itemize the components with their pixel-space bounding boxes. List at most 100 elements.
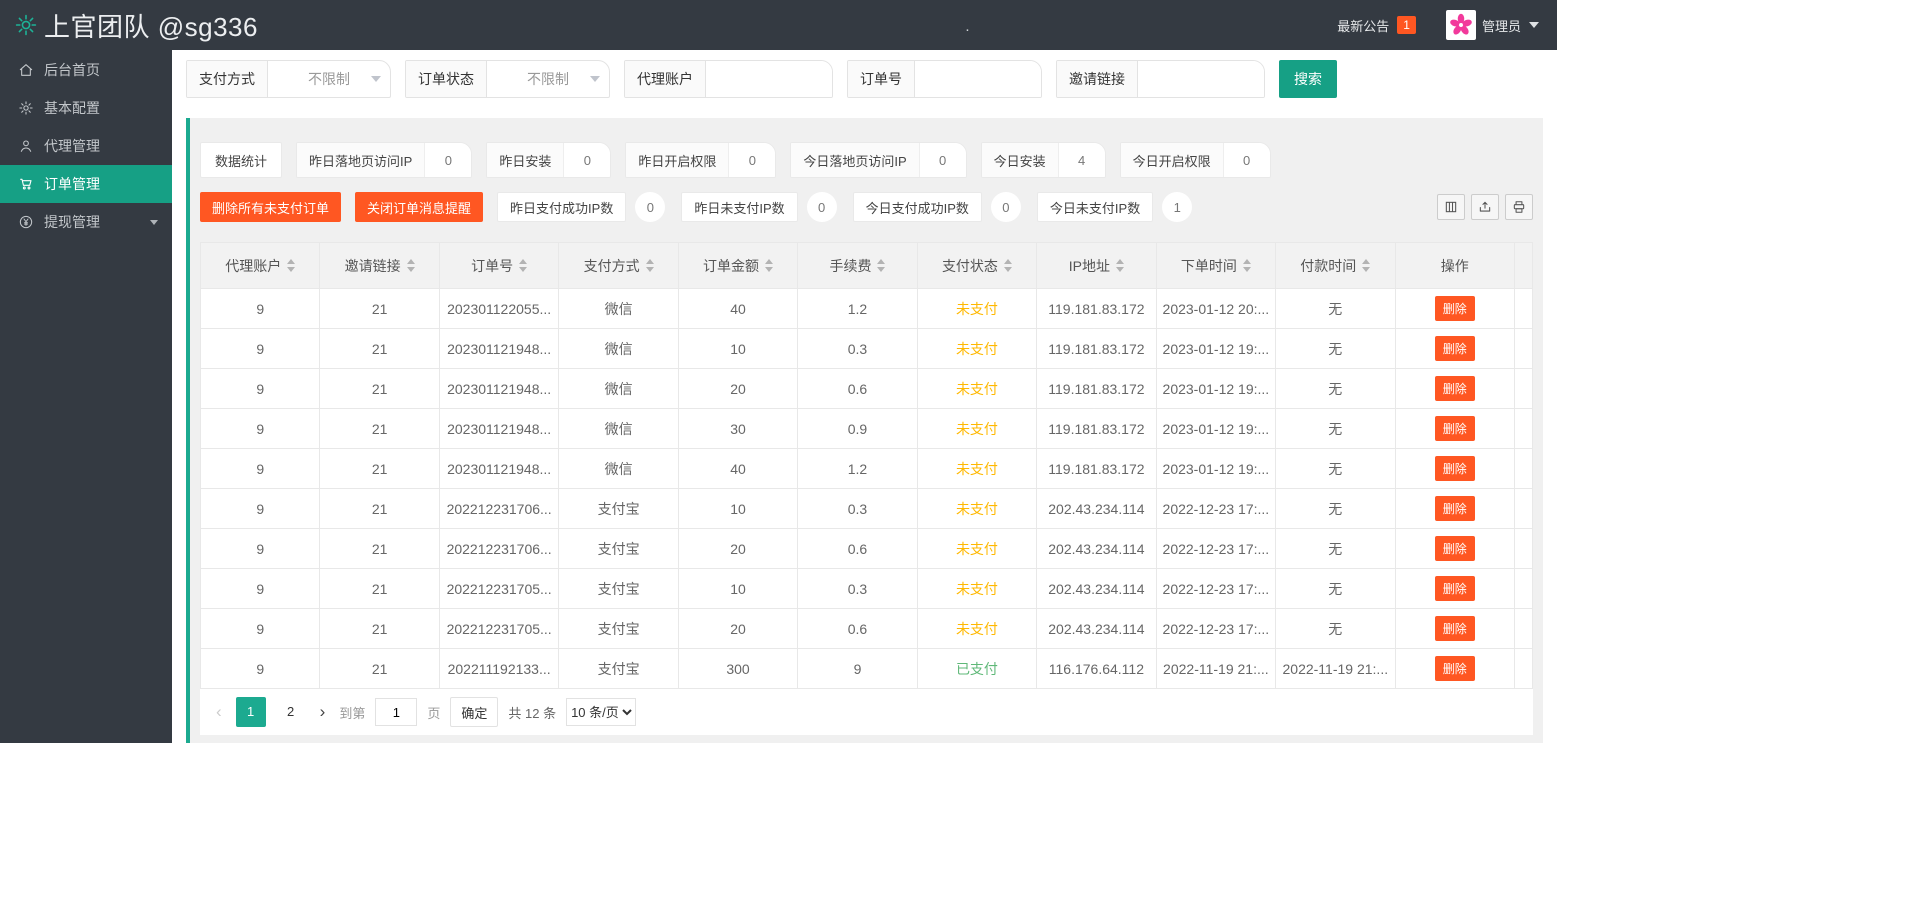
invite-link-cell: 21 [319,608,440,649]
pay-time-cell: 无 [1275,328,1396,369]
page-2-button[interactable]: 2 [276,697,306,727]
column-header[interactable]: 手续费 [797,242,918,289]
amount-cell: 10 [677,488,799,529]
status-cell: 未支付 [916,528,1038,569]
column-header[interactable]: 操作 [1394,242,1516,289]
pagination: ‹ 1 2 › 到第 页 确定 共 12 条 10 条/页 [200,689,1533,735]
column-header[interactable]: 订单金额 [677,242,799,289]
export-button[interactable] [1471,194,1499,220]
columns-filter-button[interactable] [1437,194,1465,220]
goto-page-input[interactable] [375,698,418,726]
delete-button[interactable]: 删除 [1434,616,1475,641]
delete-button[interactable]: 删除 [1434,376,1475,401]
column-header[interactable]: 下单时间 [1155,242,1277,289]
delete-unpaid-orders-button[interactable]: 删除所有未支付订单 [200,192,342,222]
column-label: 订单金额 [703,257,760,274]
delete-button[interactable]: 删除 [1434,576,1475,601]
order-time-cell: 2022-12-23 17:... [1155,528,1277,569]
sidebar-item-withdraw[interactable]: 提现管理 [0,203,172,241]
ip-cell: 119.181.83.172 [1036,448,1157,489]
amount-cell: 40 [677,288,799,329]
delete-button[interactable]: 删除 [1434,496,1475,521]
ip-cell: 119.181.83.172 [1036,288,1157,329]
agent-account-input[interactable] [706,61,832,97]
agent-cell: 9 [199,648,321,689]
payment-method-cell: 微信 [558,368,679,409]
yen-icon [19,215,33,229]
delete-button[interactable]: 删除 [1434,456,1475,481]
sidebar-item-dashboard[interactable]: 后台首页 [0,51,172,89]
status-badge: 未支付 [955,420,998,437]
pay-time-cell: 无 [1275,568,1396,609]
invite-link-cell: 21 [319,368,440,409]
sort-carets-icon [406,259,415,272]
stat-label: 昨日安装 [487,143,565,177]
payment-method-select[interactable]: 不限制 [268,61,390,97]
column-header[interactable]: 邀请链接 [319,242,440,289]
ip-stats: 昨日支付成功IP数 0 昨日未支付IP数 0 今日支付成功IP数 0 今日未支付… [497,192,1193,222]
filler-cell [1514,608,1533,649]
sidebar-item-config[interactable]: 基本配置 [0,89,172,127]
next-page-button[interactable]: › [316,697,330,727]
order-no-input[interactable] [915,61,1041,97]
ip-cell: 202.43.234.114 [1036,608,1157,649]
status-cell: 已支付 [916,648,1038,689]
delete-button[interactable]: 删除 [1434,656,1475,681]
order-no-cell: 202301121948... [438,368,560,409]
top-header: 上官团队 @sg336 . 最新公告 1 管理员 [0,0,1557,50]
close-order-notify-button[interactable]: 关闭订单消息提醒 [355,192,484,222]
column-header[interactable] [1514,242,1533,289]
delete-button[interactable]: 删除 [1434,536,1475,561]
column-label: 支付方式 [583,257,640,274]
announcement-badge: 1 [1397,16,1416,34]
sidebar: 后台首页 基本配置 代理管理 订单管理 提现管理 [0,50,172,743]
search-button[interactable]: 搜索 [1279,60,1337,98]
delete-button[interactable]: 删除 [1434,416,1475,441]
user-icon [20,140,32,152]
status-badge: 未支付 [955,500,998,517]
stat-value: 0 [806,192,837,222]
amount-cell: 40 [677,448,799,489]
pay-time-cell: 无 [1275,608,1396,649]
invite-link-cell: 21 [319,448,440,489]
column-header[interactable]: 支付方式 [558,242,679,289]
filler-cell [1514,568,1533,609]
user-name: 管理员 [1481,18,1521,34]
announcement-link[interactable]: 最新公告 1 [1337,16,1416,35]
user-menu[interactable]: 管理员 [1445,10,1539,40]
fee-cell: 0.6 [797,608,918,649]
column-header[interactable]: 支付状态 [916,242,1038,289]
payment-method-cell: 微信 [558,288,679,329]
sidebar-item-agents[interactable]: 代理管理 [0,127,172,165]
page: 上官团队 @sg336 . 最新公告 1 管理员 后台首页 基本配置 代理管理 … [0,0,1920,910]
column-label: 订单号 [471,257,514,274]
delete-button[interactable]: 删除 [1434,336,1475,361]
prev-page-button[interactable]: ‹ [212,697,226,727]
order-status-select[interactable]: 不限制 [487,61,609,97]
stat-pill: 昨日落地页访问IP 0 [296,142,473,178]
sidebar-item-orders[interactable]: 订单管理 [0,165,172,203]
total-count-label: 共 12 条 [508,705,557,721]
status-cell: 未支付 [916,328,1038,369]
payment-method-cell: 支付宝 [558,528,679,569]
column-header[interactable]: 订单号 [438,242,560,289]
column-label: 邀请链接 [344,257,401,274]
ip-cell: 202.43.234.114 [1036,568,1157,609]
page-1-button[interactable]: 1 [235,697,266,727]
sidebar-item-label: 基本配置 [44,100,100,116]
actions-cell: 删除 [1394,288,1516,329]
delete-button[interactable]: 删除 [1434,296,1475,321]
status-badge: 未支付 [955,540,998,557]
print-button[interactable] [1505,194,1533,220]
sort-carets-icon [765,259,774,272]
stat-label: 今日安装 [981,143,1059,177]
column-header[interactable]: 付款时间 [1275,242,1396,289]
sidebar-item-label: 订单管理 [44,176,100,192]
per-page-select[interactable]: 10 条/页 [566,698,637,726]
invite-link-input[interactable] [1138,61,1264,97]
fee-cell: 9 [797,648,918,689]
column-header[interactable]: IP地址 [1036,242,1157,289]
column-header[interactable]: 代理账户 [199,242,321,289]
status-badge: 未支付 [955,580,998,597]
confirm-button[interactable]: 确定 [450,697,499,727]
